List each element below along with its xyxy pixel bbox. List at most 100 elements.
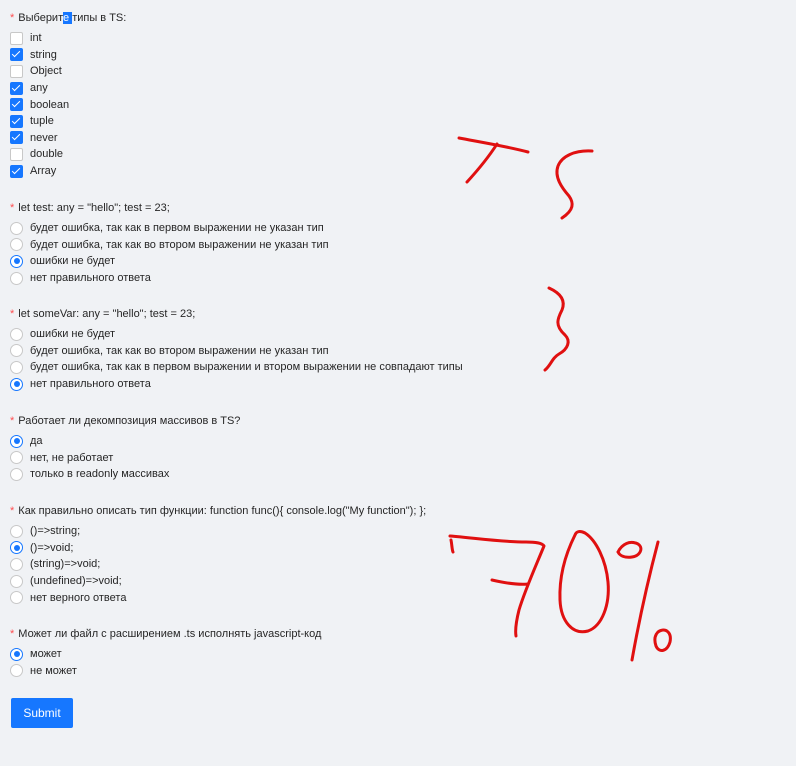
option-label[interactable]: нет правильного ответа — [30, 378, 151, 390]
radio-unselected[interactable] — [10, 664, 23, 678]
option-label[interactable]: может — [30, 648, 62, 660]
radio-unselected[interactable] — [10, 591, 23, 605]
radio-option[interactable]: будет ошибка, так как во втором выражени… — [10, 237, 329, 254]
radio-option[interactable]: нет верного ответа — [10, 589, 426, 606]
checkbox-unchecked[interactable] — [10, 31, 23, 45]
radio-unselected[interactable] — [10, 360, 23, 374]
checkbox-option[interactable]: Object — [10, 63, 126, 80]
radio-unselected[interactable] — [10, 467, 23, 481]
option-label[interactable]: только в readonly массивах — [30, 468, 169, 480]
radio-option[interactable]: (undefined)=>void; — [10, 573, 426, 590]
quiz-form: * Выберите типы в TS: int string Object any b… — [0, 0, 796, 766]
option-label[interactable]: ()=>string; — [30, 525, 80, 537]
checkbox-checked[interactable] — [10, 48, 23, 62]
option-label[interactable]: ()=>void; — [30, 542, 73, 554]
option-label[interactable]: boolean — [30, 99, 69, 111]
option-label[interactable]: any — [30, 82, 48, 94]
option-label[interactable]: будет ошибка, так как во втором выражени… — [30, 345, 329, 357]
option-label[interactable]: (undefined)=>void; — [30, 575, 122, 587]
radio-selected[interactable] — [10, 647, 23, 661]
radio-option[interactable]: только в readonly массивах — [10, 466, 240, 483]
checkbox-option[interactable]: string — [10, 47, 126, 64]
checkbox-option[interactable]: Array — [10, 163, 126, 180]
radio-unselected[interactable] — [10, 327, 23, 341]
checkbox-option[interactable]: int — [10, 30, 126, 47]
radio-unselected[interactable] — [10, 271, 23, 285]
radio-selected[interactable] — [10, 254, 23, 268]
option-label[interactable]: будет ошибка, так как во втором выражени… — [30, 239, 329, 251]
radio-option[interactable]: может — [10, 646, 321, 663]
option-label[interactable]: double — [30, 148, 63, 160]
checkbox-option[interactable]: tuple — [10, 113, 126, 130]
checkbox-checked[interactable] — [10, 98, 23, 112]
question-title: * let someVar: any = "hello"; test = 23; — [10, 308, 196, 320]
option-label[interactable]: нет, не работает — [30, 452, 113, 464]
checkbox-option[interactable]: never — [10, 130, 126, 147]
radio-selected[interactable] — [10, 434, 23, 448]
question-2: * let test: any = "hello"; test = 23; буд… — [10, 200, 329, 286]
handwritten-letter-s — [555, 149, 594, 220]
question-5: * Как правильно описать тип функции: func… — [10, 503, 426, 606]
radio-unselected[interactable] — [10, 221, 23, 235]
required-mark: * — [10, 308, 15, 320]
question-title: * Как правильно описать тип функции: func… — [10, 505, 427, 517]
checkbox-unchecked[interactable] — [10, 64, 23, 78]
checkbox-option[interactable]: double — [10, 146, 126, 163]
option-label[interactable]: (string)=>void; — [30, 558, 100, 570]
checkbox-option[interactable]: boolean — [10, 96, 126, 113]
handwritten-brace — [543, 286, 570, 372]
checkbox-checked[interactable] — [10, 81, 23, 95]
text-selection-highlight: е — [63, 12, 73, 24]
checkbox-unchecked[interactable] — [10, 147, 23, 161]
option-label[interactable]: ошибки не будет — [30, 255, 115, 267]
option-label[interactable]: нет правильного ответа — [30, 272, 151, 284]
required-mark: * — [10, 505, 15, 517]
option-label[interactable]: ошибки не будет — [30, 328, 115, 340]
radio-option[interactable]: ()=>string; — [10, 523, 426, 540]
checkbox-option[interactable]: any — [10, 80, 126, 97]
radio-unselected[interactable] — [10, 524, 23, 538]
question-4: * Работает ли декомпозиция массивов в TS?… — [10, 413, 240, 483]
option-label[interactable]: будет ошибка, так как в первом выражении… — [30, 222, 324, 234]
question-title: * Работает ли декомпозиция массивов в TS? — [10, 415, 241, 427]
checkbox-checked[interactable] — [10, 164, 23, 178]
option-label[interactable]: да — [30, 435, 43, 447]
radio-option[interactable]: будет ошибка, так как в первом выражении… — [10, 220, 329, 237]
radio-option[interactable]: не может — [10, 663, 321, 680]
radio-option[interactable]: нет, не работает — [10, 450, 240, 467]
option-label[interactable]: tuple — [30, 115, 54, 127]
option-label[interactable]: int — [30, 32, 42, 44]
radio-selected[interactable] — [10, 541, 23, 555]
radio-option[interactable]: ошибки не будет — [10, 253, 329, 270]
required-mark: * — [10, 12, 15, 24]
radio-option[interactable]: ошибки не будет — [10, 326, 463, 343]
radio-unselected[interactable] — [10, 238, 23, 252]
radio-option[interactable]: ()=>void; — [10, 540, 426, 557]
option-label[interactable]: не может — [30, 665, 77, 677]
radio-unselected[interactable] — [10, 557, 23, 571]
option-label[interactable]: Object — [30, 65, 62, 77]
submit-button[interactable]: Submit — [11, 698, 73, 728]
radio-option[interactable]: будет ошибка, так как во втором выражени… — [10, 343, 463, 360]
option-label[interactable]: нет верного ответа — [30, 592, 126, 604]
question-3: * let someVar: any = "hello"; test = 23; … — [10, 306, 463, 392]
radio-option[interactable]: будет ошибка, так как в первом выражении… — [10, 359, 463, 376]
radio-unselected[interactable] — [10, 451, 23, 465]
option-label[interactable]: Array — [30, 165, 56, 177]
radio-unselected[interactable] — [10, 574, 23, 588]
radio-option[interactable]: нет правильного ответа — [10, 270, 329, 287]
option-label[interactable]: string — [30, 49, 57, 61]
radio-option[interactable]: (string)=>void; — [10, 556, 426, 573]
radio-option[interactable]: да — [10, 433, 240, 450]
radio-selected[interactable] — [10, 377, 23, 391]
option-label[interactable]: never — [30, 132, 58, 144]
question-title: * let test: any = "hello"; test = 23; — [10, 202, 170, 214]
radio-option[interactable]: нет правильного ответа — [10, 376, 463, 393]
question-6: * Может ли файл с расширением .ts исполня… — [10, 626, 321, 679]
question-title: * Выберите типы в TS: — [10, 12, 127, 24]
radio-unselected[interactable] — [10, 344, 23, 358]
checkbox-checked[interactable] — [10, 131, 23, 145]
required-mark: * — [10, 415, 15, 427]
option-label[interactable]: будет ошибка, так как в первом выражении… — [30, 361, 463, 373]
checkbox-checked[interactable] — [10, 114, 23, 128]
